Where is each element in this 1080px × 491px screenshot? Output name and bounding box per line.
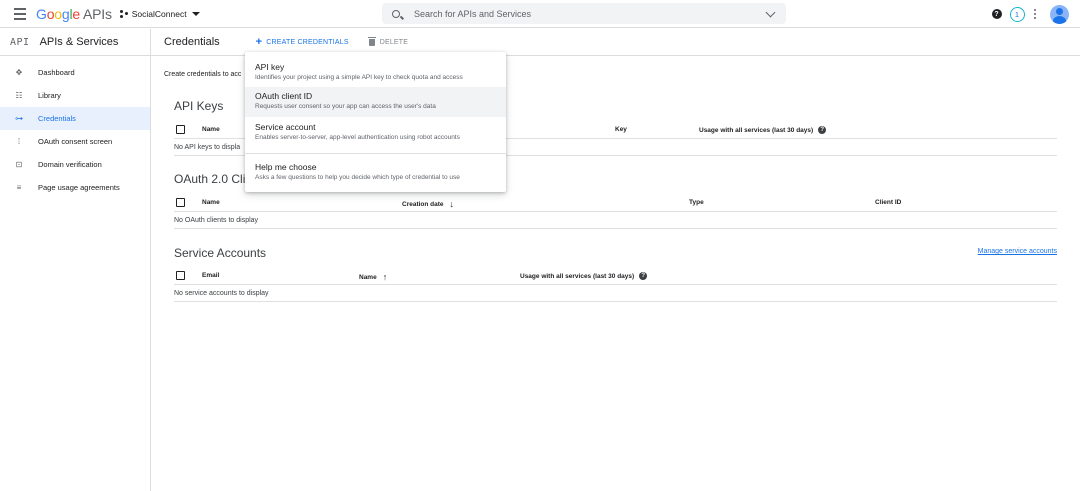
menu-item-help-me-choose[interactable]: Help me choose Asks a few questions to h…	[245, 158, 506, 188]
column-header-name[interactable]: Name	[202, 126, 220, 133]
menu-item-title: Help me choose	[255, 162, 317, 172]
menu-item-title: Service account	[255, 122, 316, 132]
column-header-usage[interactable]: Usage with all services (last 30 days) ?	[520, 272, 648, 280]
arrow-down-icon: ↓	[449, 199, 455, 209]
column-header-email[interactable]: Email	[202, 272, 219, 279]
sidebar-item-label: Domain verification	[38, 160, 102, 169]
sidebar: API APIs & Services ✥ Dashboard ☷ Librar…	[0, 29, 151, 491]
chevron-down-icon[interactable]	[765, 7, 776, 18]
column-header-creation-date-label: Creation date	[402, 200, 444, 208]
column-header-name[interactable]: Name	[202, 199, 220, 206]
delete-button[interactable]: DELETE	[367, 36, 409, 46]
create-credentials-menu: API key Identifies your project using a …	[245, 52, 506, 192]
arrow-up-icon: ↑	[382, 272, 388, 282]
manage-service-accounts-link[interactable]: Manage service accounts	[978, 248, 1057, 255]
checkbox-icon: ⊡	[15, 160, 23, 169]
select-all-checkbox[interactable]	[176, 198, 185, 207]
menu-item-description: Asks a few questions to help you decide …	[255, 174, 460, 181]
library-icon: ☷	[15, 91, 23, 100]
create-credentials-label: CREATE CREDENTIALS	[266, 38, 349, 46]
api-keys-title: API Keys	[174, 99, 224, 113]
help-icon[interactable]: ?	[818, 126, 827, 134]
help-icon[interactable]: ?	[991, 9, 1002, 19]
column-header-name-label: Name	[359, 273, 377, 281]
intro-text: Create credentials to acc	[164, 71, 242, 78]
column-header-creation-date[interactable]: Creation date ↓	[402, 199, 454, 209]
menu-item-api-key[interactable]: API key Identifies your project using a …	[245, 59, 506, 86]
column-header-usage-label: Usage with all services (last 30 days)	[699, 126, 814, 134]
sidebar-item-page-usage[interactable]: ≡ Page usage agreements	[0, 176, 150, 199]
sidebar-item-library[interactable]: ☷ Library	[0, 84, 150, 107]
caret-down-icon	[191, 11, 200, 16]
menu-divider	[245, 153, 506, 154]
search-icon	[392, 9, 400, 18]
project-icon	[119, 9, 128, 18]
column-header-client-id[interactable]: Client ID	[875, 199, 901, 206]
top-bar: GoogleAPIs SocialConnect ? 1	[0, 0, 1080, 28]
sidebar-item-label: Credentials	[38, 114, 76, 123]
project-selector[interactable]: SocialConnect	[119, 8, 200, 19]
column-header-usage[interactable]: Usage with all services (last 30 days) ?	[699, 126, 827, 134]
plus-icon: +	[255, 35, 263, 48]
consent-icon: ⁞	[17, 137, 21, 146]
oauth-clients-table: Name Creation date ↓ Type Client ID No O…	[174, 195, 1057, 229]
search-bar[interactable]	[382, 3, 786, 24]
logo-apis-text: APIs	[83, 5, 112, 22]
search-input[interactable]	[414, 8, 754, 19]
menu-item-oauth-client-id[interactable]: OAuth client ID Requests user consent so…	[245, 87, 506, 117]
project-name: SocialConnect	[131, 8, 187, 19]
notification-badge[interactable]: 1	[1009, 6, 1025, 22]
column-header-name[interactable]: Name ↑	[359, 272, 387, 282]
column-header-usage-label: Usage with all services (last 30 days)	[520, 272, 635, 280]
page-title: Credentials	[164, 36, 220, 48]
column-header-key[interactable]: Key	[615, 126, 627, 133]
menu-item-description: Requests user consent so your app can ac…	[255, 103, 436, 110]
delete-label: DELETE	[379, 38, 409, 46]
select-all-checkbox[interactable]	[176, 271, 185, 280]
oauth-clients-title: OAuth 2.0 Clie	[174, 172, 253, 186]
api-icon: API	[10, 36, 30, 48]
key-icon: ⊶	[15, 114, 23, 123]
column-header-type[interactable]: Type	[689, 199, 704, 206]
create-credentials-button[interactable]: + CREATE CREDENTIALS	[255, 35, 349, 48]
hamburger-menu-icon[interactable]	[10, 4, 30, 24]
sidebar-item-oauth-consent[interactable]: ⁞ OAuth consent screen	[0, 130, 150, 153]
menu-item-service-account[interactable]: Service account Enables server-to-server…	[245, 118, 506, 148]
select-all-checkbox[interactable]	[176, 125, 185, 134]
more-options-icon[interactable]	[1033, 8, 1036, 20]
trash-icon	[367, 36, 376, 46]
menu-item-title: OAuth client ID	[255, 91, 313, 101]
sidebar-header: API APIs & Services	[0, 29, 150, 56]
sidebar-item-label: Page usage agreements	[38, 183, 120, 192]
sidebar-item-label: OAuth consent screen	[38, 137, 113, 146]
empty-message: No service accounts to display	[174, 285, 1057, 302]
menu-item-title: API key	[255, 62, 285, 72]
empty-message: No OAuth clients to display	[174, 212, 1057, 229]
google-apis-logo[interactable]: Google APIs	[36, 6, 112, 22]
table-header: Email Name ↑ Usage with all services (la…	[174, 268, 1057, 285]
menu-item-description: Identifies your project using a simple A…	[255, 74, 463, 81]
menu-item-description: Enables server-to-server, app-level auth…	[255, 134, 460, 141]
sidebar-item-domain-verification[interactable]: ⊡ Domain verification	[0, 153, 150, 176]
table-header: Name Creation date ↓ Type Client ID	[174, 195, 1057, 212]
avatar[interactable]	[1050, 4, 1069, 24]
sidebar-item-label: Library	[38, 91, 61, 100]
help-icon[interactable]: ?	[639, 272, 648, 280]
service-accounts-title: Service Accounts	[174, 246, 267, 260]
settings-list-icon: ≡	[16, 183, 22, 192]
sidebar-title: APIs & Services	[39, 36, 119, 48]
service-accounts-table: Email Name ↑ Usage with all services (la…	[174, 268, 1057, 302]
dashboard-icon: ✥	[15, 68, 23, 77]
sidebar-item-label: Dashboard	[38, 68, 75, 77]
sidebar-item-credentials[interactable]: ⊶ Credentials	[0, 107, 150, 130]
sidebar-item-dashboard[interactable]: ✥ Dashboard	[0, 61, 150, 84]
